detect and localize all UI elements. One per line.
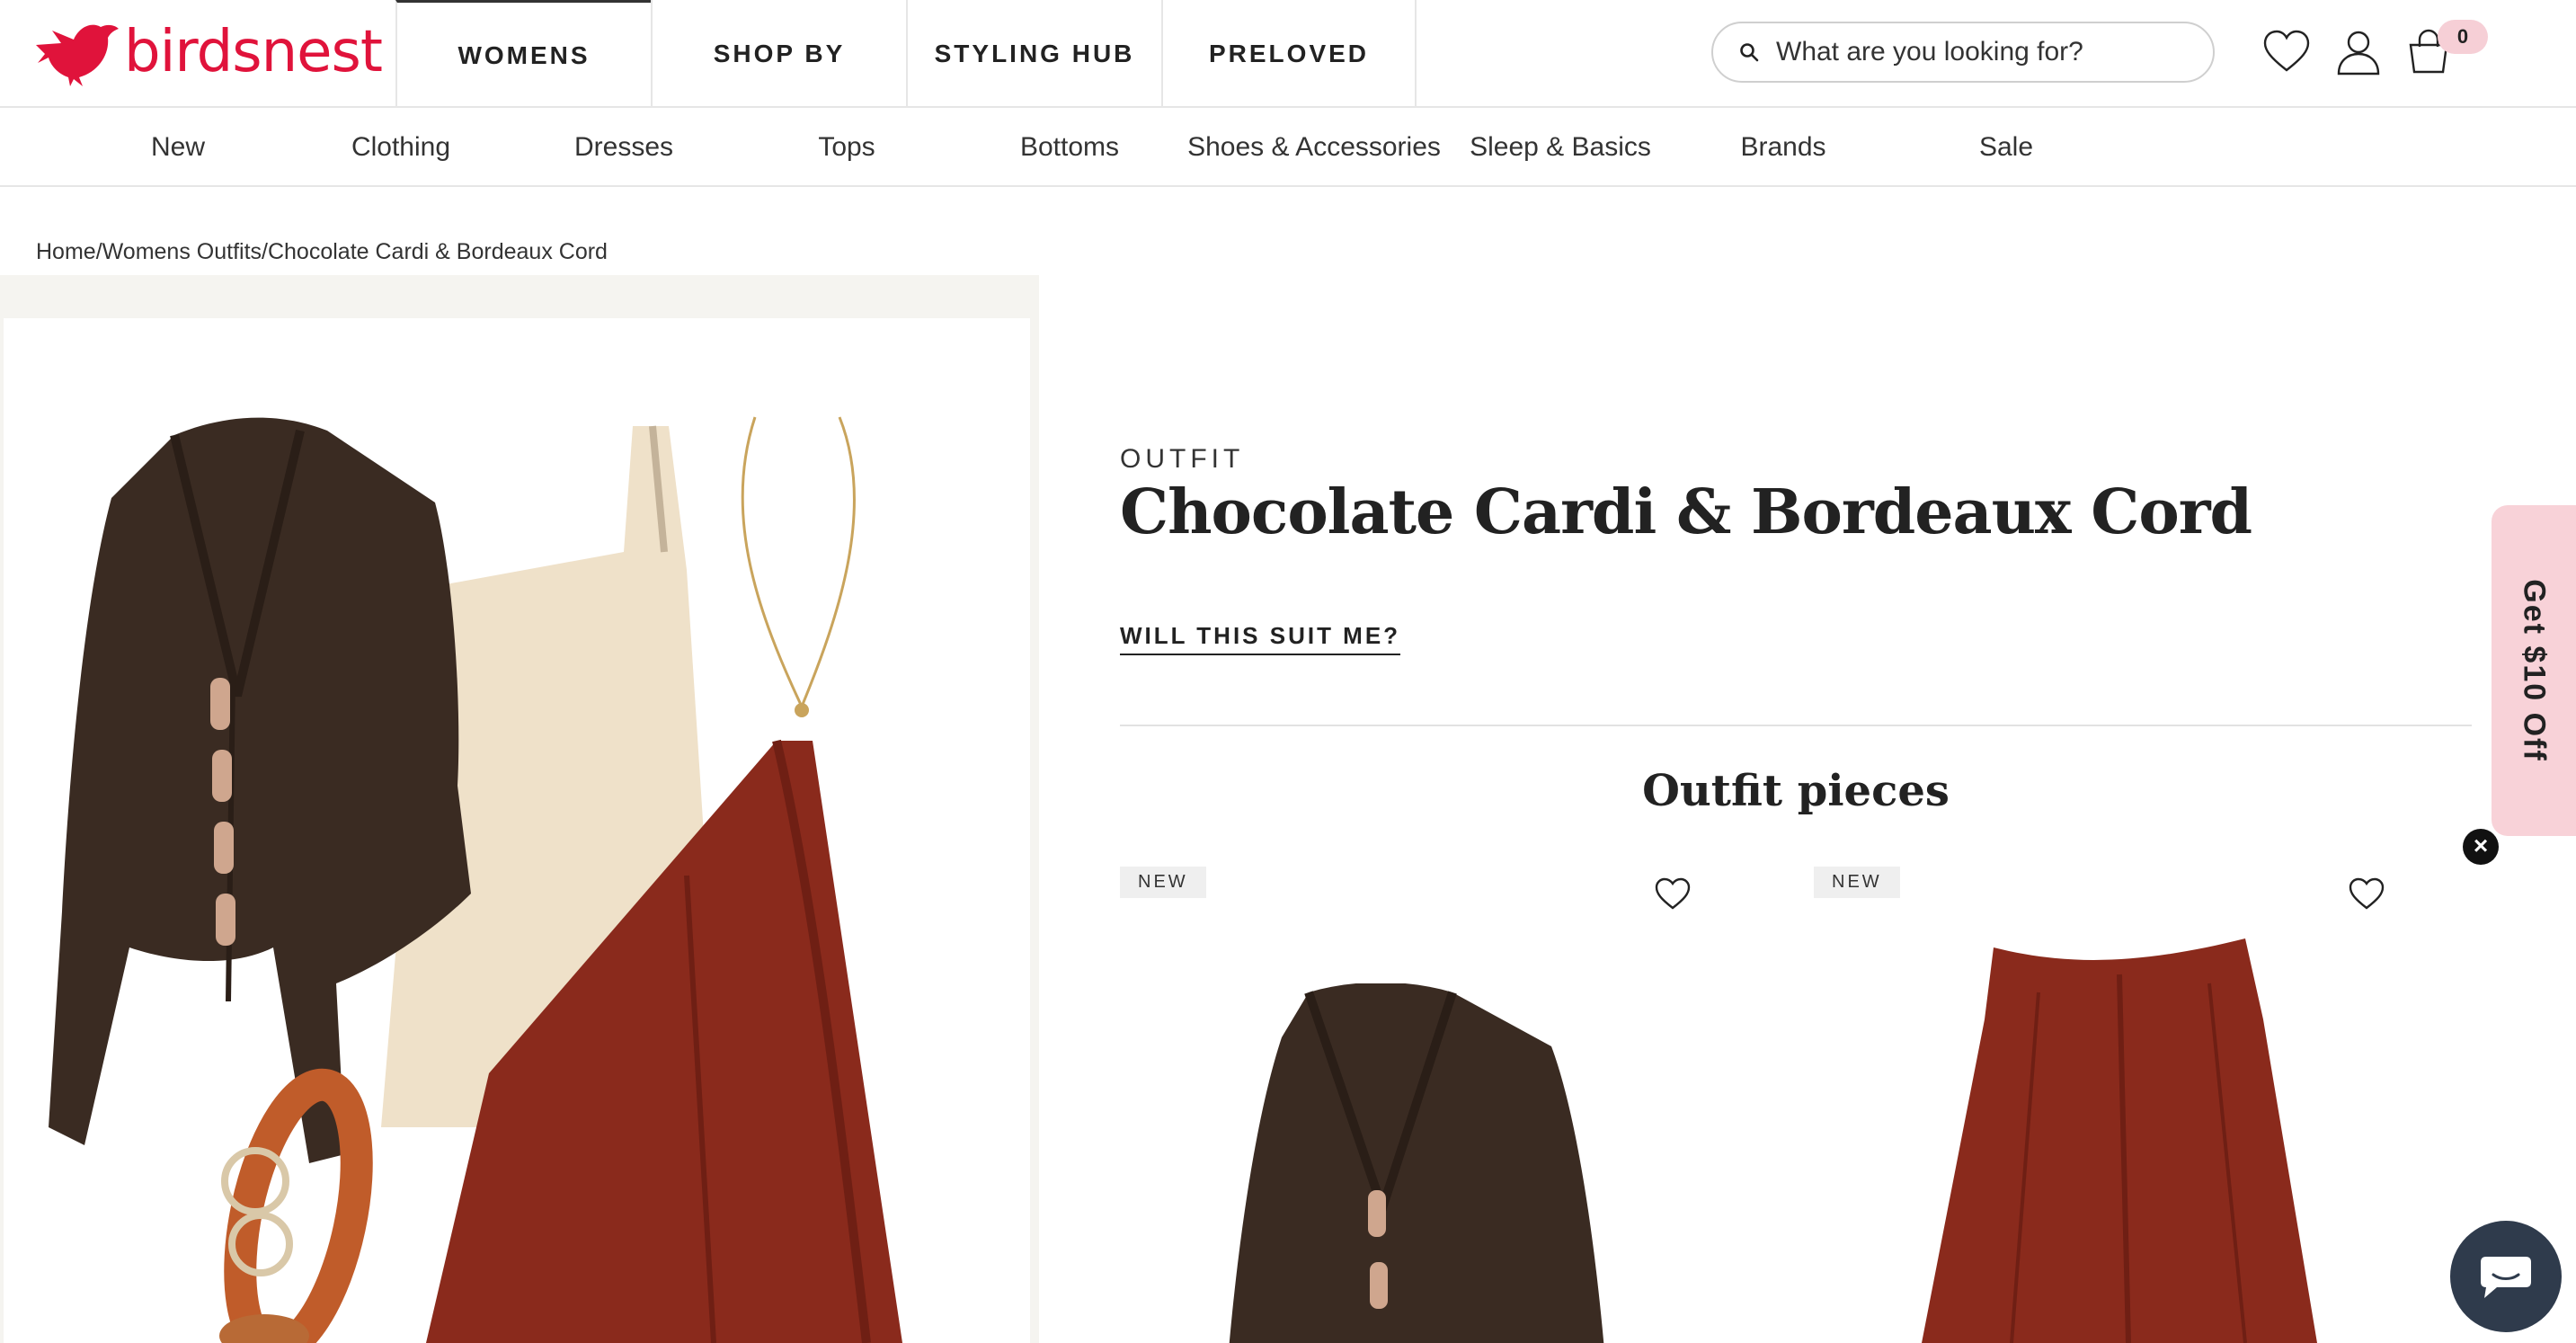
breadcrumb-separator: /: [95, 239, 102, 264]
account-icon[interactable]: [2333, 27, 2384, 77]
tab-womens[interactable]: WOMENS: [395, 0, 651, 108]
new-badge: NEW: [1120, 867, 1206, 898]
brand-logo[interactable]: birdsnest: [34, 16, 383, 88]
tab-styling-hub[interactable]: STYLING HUB: [906, 0, 1161, 108]
breadcrumb-home[interactable]: Home: [36, 239, 96, 264]
cardigan-product-image[interactable]: [1174, 983, 1713, 1343]
close-promo-icon[interactable]: ×: [2463, 829, 2499, 865]
discount-promo-tab[interactable]: Get $10 Off: [2492, 505, 2576, 836]
favourite-heart-icon[interactable]: [1654, 876, 1692, 913]
cart-count-badge: 0: [2438, 20, 2488, 54]
section-divider: [1120, 725, 2472, 726]
breadcrumb-separator: /: [262, 239, 268, 264]
tab-shop-by[interactable]: SHOP BY: [651, 0, 906, 108]
subnav-bottoms[interactable]: Bottoms: [935, 108, 1204, 187]
breadcrumb-current: Chocolate Cardi & Bordeaux Cord: [267, 239, 608, 264]
outfit-pieces-heading: Outfit pieces: [1642, 766, 1950, 816]
outfit-piece-card[interactable]: NEW: [1120, 867, 1749, 1343]
search-icon: [1740, 43, 1759, 62]
favourite-heart-icon[interactable]: [2348, 876, 2385, 913]
chat-bubble-icon: [2481, 1257, 2531, 1298]
search-input[interactable]: [1774, 36, 2197, 68]
top-header: birdsnest WOMENS SHOP BY STYLING HUB PRE…: [0, 0, 2576, 108]
will-this-suit-me-link[interactable]: WILL THIS SUIT ME?: [1120, 622, 1401, 655]
new-badge: NEW: [1814, 867, 1900, 898]
tab-preloved[interactable]: PRELOVED: [1161, 0, 1417, 108]
search-bar[interactable]: [1711, 22, 2215, 83]
subnav-sale[interactable]: Sale: [1871, 108, 2141, 187]
breadcrumb: Home/Womens Outfits/Chocolate Cardi & Bo…: [36, 239, 608, 265]
product-type-label: OUTFIT: [1120, 444, 1245, 474]
promo-label: Get $10 Off: [2517, 579, 2552, 762]
category-navigation: New Clothing Dresses Tops Bottoms Shoes …: [0, 108, 2576, 187]
wishlist-heart-icon[interactable]: [2261, 27, 2312, 77]
bird-logo-icon: [36, 24, 119, 86]
chat-button[interactable]: [2450, 1221, 2562, 1332]
cord-skirt-product-image[interactable]: [1904, 938, 2353, 1343]
breadcrumb-category[interactable]: Womens Outfits: [102, 239, 262, 264]
brand-name: birdsnest: [124, 19, 383, 85]
product-title: Chocolate Cardi & Bordeaux Cord: [1120, 476, 2252, 548]
outfit-piece-card[interactable]: NEW: [1814, 867, 2443, 1343]
subnav-shoes-accessories[interactable]: Shoes & Accessories: [1179, 108, 1449, 187]
main-navigation: WOMENS SHOP BY STYLING HUB PRELOVED: [395, 0, 1417, 108]
outfit-flatlay-illustration: [49, 416, 902, 1343]
outfit-hero-image[interactable]: [4, 318, 1030, 1343]
